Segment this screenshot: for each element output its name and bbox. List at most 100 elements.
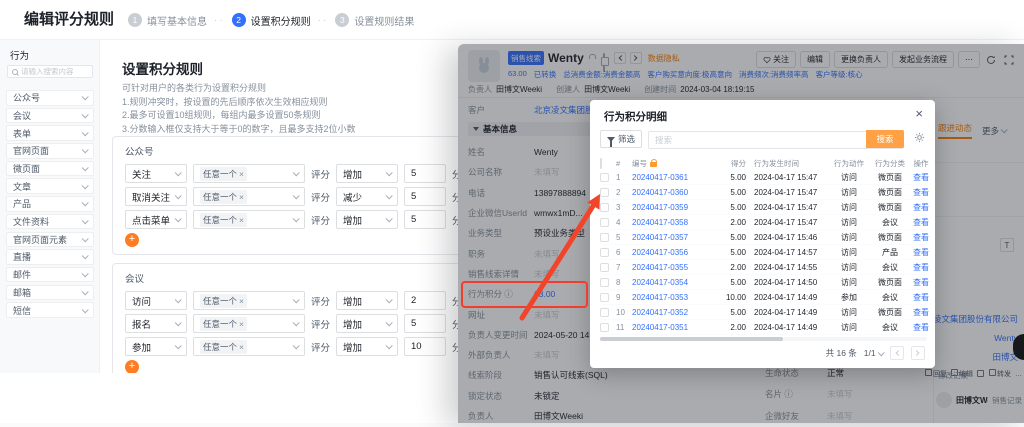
- row-checkbox[interactable]: [600, 323, 609, 332]
- view-link[interactable]: 查看: [910, 172, 932, 183]
- view-link[interactable]: 查看: [910, 232, 932, 243]
- remove-tag-icon[interactable]: ×: [239, 342, 244, 352]
- step-2[interactable]: 2 设置积分规则: [232, 13, 311, 28]
- cell-number-link[interactable]: 20240417-0360: [632, 188, 706, 197]
- view-link[interactable]: 查看: [910, 292, 932, 303]
- view-link[interactable]: 查看: [910, 307, 932, 318]
- target-select[interactable]: 任意一个×: [193, 337, 305, 356]
- view-link[interactable]: 查看: [910, 277, 932, 288]
- remove-tag-icon[interactable]: ×: [239, 319, 244, 329]
- score-value-input[interactable]: [404, 337, 446, 356]
- row-checkbox[interactable]: [600, 308, 609, 317]
- score-value-input[interactable]: [404, 210, 446, 229]
- view-link[interactable]: 查看: [910, 217, 932, 228]
- row-checkbox[interactable]: [600, 188, 609, 197]
- score-value-input[interactable]: [404, 187, 446, 206]
- filter-button[interactable]: 筛选: [600, 130, 642, 148]
- add-rule-button[interactable]: +: [125, 360, 139, 373]
- funnel-icon: [607, 137, 615, 142]
- action-select[interactable]: 参加: [125, 337, 187, 356]
- view-link[interactable]: 查看: [910, 322, 932, 333]
- row-checkbox[interactable]: [600, 248, 609, 257]
- chevron-down-icon: [82, 288, 89, 295]
- remove-tag-icon[interactable]: ×: [239, 169, 244, 179]
- sidebar-item[interactable]: 官网页面元素: [6, 232, 94, 248]
- edge-floating-button[interactable]: [1013, 334, 1024, 360]
- operation-select[interactable]: 增加: [336, 337, 398, 356]
- cell-number-link[interactable]: 20240417-0355: [632, 263, 706, 272]
- cell-number-link[interactable]: 20240417-0352: [632, 308, 706, 317]
- cell-action: 访问: [828, 322, 870, 333]
- row-checkbox[interactable]: [600, 263, 609, 272]
- sidebar-item[interactable]: 邮箱: [6, 285, 94, 301]
- sidebar-item[interactable]: 微页面: [6, 161, 94, 177]
- row-checkbox[interactable]: [600, 218, 609, 227]
- scrollbar-thumb[interactable]: [600, 337, 783, 341]
- sidebar-item[interactable]: 邮件: [6, 267, 94, 283]
- sidebar-item[interactable]: 文章: [6, 178, 94, 194]
- cell-number-link[interactable]: 20240417-0356: [632, 248, 706, 257]
- score-value-input[interactable]: [404, 164, 446, 183]
- target-select[interactable]: 任意一个×: [193, 210, 305, 229]
- select-all-checkbox[interactable]: [600, 158, 602, 169]
- action-select[interactable]: 访问: [125, 291, 187, 310]
- view-link[interactable]: 查看: [910, 202, 932, 213]
- sidebar-item[interactable]: 公众号: [6, 90, 94, 106]
- cell-number-link[interactable]: 20240417-0361: [632, 173, 706, 182]
- cell-number-link[interactable]: 20240417-0358: [632, 218, 706, 227]
- remove-tag-icon[interactable]: ×: [239, 192, 244, 202]
- cell-number-link[interactable]: 20240417-0359: [632, 203, 706, 212]
- sidebar-item[interactable]: 会议: [6, 108, 94, 124]
- action-select[interactable]: 取消关注: [125, 187, 187, 206]
- cell-number-link[interactable]: 20240417-0351: [632, 323, 706, 332]
- step-1[interactable]: 1 填写基本信息: [128, 13, 207, 28]
- action-select[interactable]: 报名: [125, 314, 187, 333]
- action-select[interactable]: 点击菜单: [125, 210, 187, 229]
- add-rule-button[interactable]: +: [125, 233, 139, 247]
- operation-select[interactable]: 增加: [336, 210, 398, 229]
- row-checkbox[interactable]: [600, 173, 609, 182]
- operation-select[interactable]: 增加: [336, 314, 398, 333]
- target-select[interactable]: 任意一个×: [193, 314, 305, 333]
- cell-number-link[interactable]: 20240417-0354: [632, 278, 706, 287]
- row-checkbox[interactable]: [600, 203, 609, 212]
- next-page-button[interactable]: [911, 346, 925, 360]
- step-3[interactable]: 3 设置规则结果: [335, 13, 414, 28]
- view-link[interactable]: 查看: [910, 187, 932, 198]
- sidebar-item[interactable]: 表单: [6, 125, 94, 141]
- search-button[interactable]: 搜索: [866, 130, 904, 148]
- page-select[interactable]: 1/1: [864, 348, 883, 358]
- sidebar-item[interactable]: 短信: [6, 302, 94, 318]
- operation-select[interactable]: 增加: [336, 164, 398, 183]
- row-checkbox[interactable]: [600, 293, 609, 302]
- table-row: 120240417-03615.002024-04-17 15:47访问微页面查…: [600, 170, 927, 185]
- view-link[interactable]: 查看: [910, 262, 932, 273]
- sidebar-search[interactable]: [7, 65, 93, 78]
- view-link[interactable]: 查看: [910, 247, 932, 258]
- sidebar-search-input[interactable]: [21, 67, 88, 76]
- remove-tag-icon[interactable]: ×: [239, 215, 244, 225]
- remove-tag-icon[interactable]: ×: [239, 296, 244, 306]
- row-checkbox[interactable]: [600, 278, 609, 287]
- operation-select[interactable]: 减少: [336, 187, 398, 206]
- sidebar-item[interactable]: 官网页面: [6, 143, 94, 159]
- score-value-input[interactable]: [404, 314, 446, 333]
- total-count: 共 16 条: [826, 347, 857, 359]
- chevron-down-icon: [878, 349, 885, 356]
- target-select[interactable]: 任意一个×: [193, 291, 305, 310]
- close-icon[interactable]: ×: [915, 106, 923, 121]
- action-select[interactable]: 关注: [125, 164, 187, 183]
- row-checkbox[interactable]: [600, 233, 609, 242]
- sidebar-item[interactable]: 产品: [6, 196, 94, 212]
- operation-select[interactable]: 增加: [336, 291, 398, 310]
- column-settings-icon[interactable]: [914, 130, 925, 148]
- score-value-input[interactable]: [404, 291, 446, 310]
- cell-number-link[interactable]: 20240417-0353: [632, 293, 706, 302]
- target-select[interactable]: 任意一个×: [193, 187, 305, 206]
- sidebar-item[interactable]: 直播: [6, 249, 94, 265]
- target-select[interactable]: 任意一个×: [193, 164, 305, 183]
- prev-page-button[interactable]: [890, 346, 904, 360]
- horizontal-scrollbar[interactable]: [600, 337, 927, 341]
- cell-number-link[interactable]: 20240417-0357: [632, 233, 706, 242]
- sidebar-item[interactable]: 文件资料: [6, 214, 94, 230]
